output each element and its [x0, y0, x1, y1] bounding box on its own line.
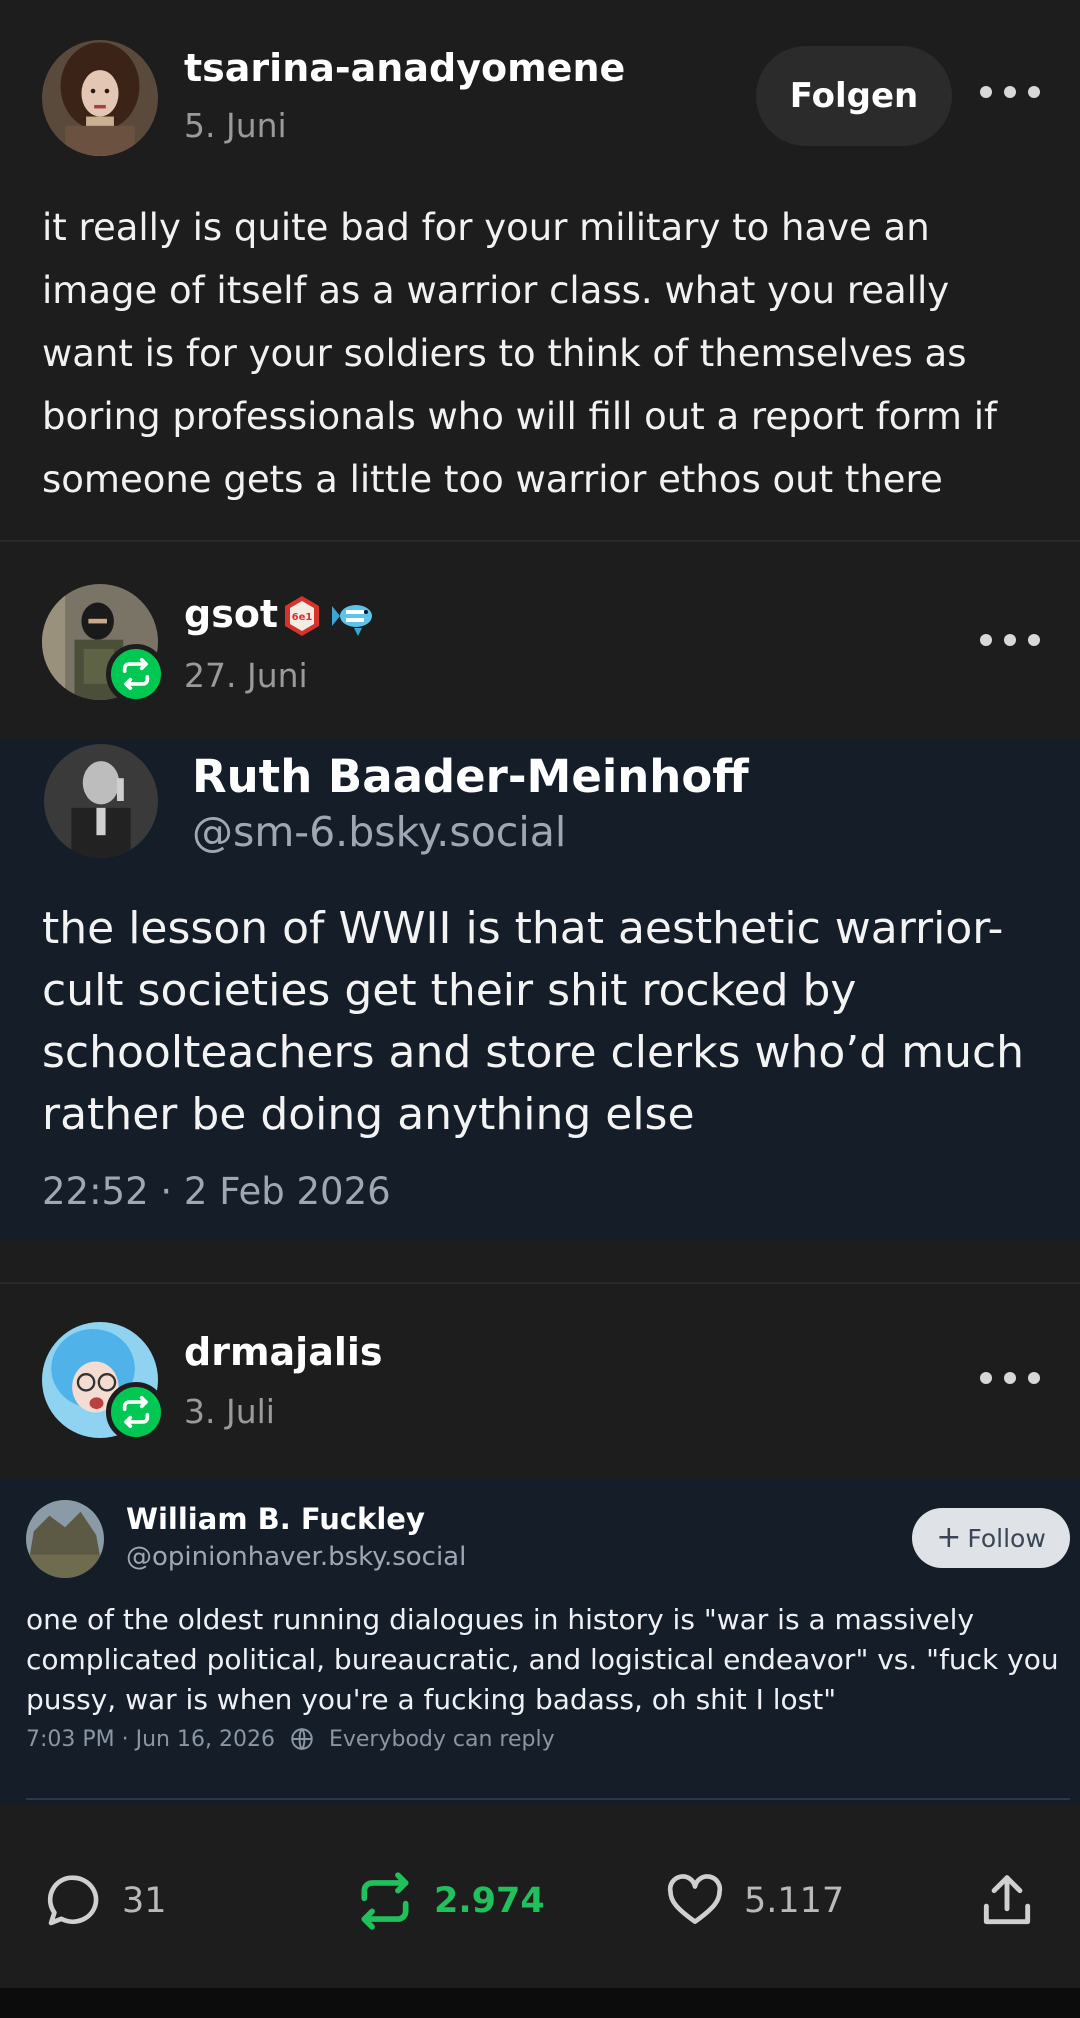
embedded-bsky-post[interactable]: Ruth Baader-Meinhoff @sm-6.bsky.social t… — [0, 740, 1080, 1240]
heart-icon — [664, 1870, 726, 1932]
embed-author-avatar — [26, 1500, 104, 1578]
more-icon[interactable] — [980, 72, 1040, 112]
follow-button[interactable]: Folgen — [756, 46, 952, 146]
reblog-header-gsot: gsot 6e1 27. Juni — [0, 584, 1080, 704]
embed-reply-setting: Everybody can reply — [328, 1726, 555, 1752]
share-icon — [976, 1870, 1038, 1932]
comment-icon — [42, 1870, 104, 1932]
embed-post-text: the lesson of WWII is that aesthetic war… — [42, 903, 1025, 1140]
reblog-badge-icon — [106, 1382, 166, 1442]
post-action-bar: 31 2.974 5.117 — [0, 1840, 1080, 1960]
post-page: tsarina-anadyomene 5. Juni Folgen it rea… — [0, 0, 1080, 2018]
embed-post-text: one of the oldest running dialogues in h… — [26, 1603, 1059, 1716]
embed-divider — [26, 1798, 1070, 1800]
embed-author-name: Ruth Baader-Meinhoff — [192, 750, 749, 803]
like-count: 5.117 — [744, 1881, 845, 1921]
post-header: tsarina-anadyomene 5. Juni Folgen — [0, 36, 1080, 156]
embedded-bsky-screenshot[interactable]: William B. Fuckley @opinionhaver.bsky.so… — [0, 1480, 1080, 1804]
post-author-name[interactable]: tsarina-anadyomene — [184, 46, 625, 90]
bottom-edge — [0, 1988, 1080, 2018]
share-button[interactable] — [976, 1870, 1038, 1932]
reblogger-name[interactable]: gsot — [184, 592, 278, 636]
embed-timestamp: 7:03 PM · Jun 16, 2026 — [26, 1726, 275, 1752]
divider — [0, 1282, 1080, 1284]
reblog-icon — [354, 1870, 416, 1932]
embed-follow-button[interactable]: + Follow — [912, 1508, 1070, 1568]
reblogger-name[interactable]: drmajalis — [184, 1330, 383, 1374]
comment-button[interactable]: 31 — [42, 1870, 167, 1932]
embed-author-name: William B. Fuckley — [126, 1502, 425, 1536]
comment-count: 31 — [122, 1881, 167, 1921]
more-icon[interactable] — [980, 1358, 1040, 1398]
more-icon[interactable] — [980, 620, 1040, 660]
post-date[interactable]: 5. Juni — [184, 106, 287, 145]
embed-timestamp: 22:52 · 2 Feb 2026 — [42, 1170, 391, 1213]
reblog-header-drmajalis: drmajalis 3. Juli — [0, 1322, 1080, 1442]
post-body-text: it really is quite bad for your military… — [42, 206, 998, 501]
reblog-count: 2.974 — [434, 1881, 545, 1921]
author-avatar[interactable] — [42, 40, 158, 156]
divider — [0, 540, 1080, 542]
embed-author-handle: @sm-6.bsky.social — [192, 808, 567, 856]
avatar-portrait-image — [42, 40, 158, 156]
embed-author-avatar — [44, 744, 158, 858]
reblog-badge-icon — [106, 644, 166, 704]
embed-follow-label: Follow — [967, 1523, 1046, 1553]
badge-icon: 6e1 — [282, 594, 322, 638]
embed-meta: 7:03 PM · Jun 16, 2026 Everybody can rep… — [26, 1726, 555, 1752]
avatar-landscape-image — [26, 1500, 104, 1578]
reblog-button[interactable]: 2.974 — [354, 1870, 545, 1932]
embed-author-handle: @opinionhaver.bsky.social — [126, 1542, 467, 1572]
globe-icon — [289, 1726, 315, 1752]
reblog-date[interactable]: 27. Juni — [184, 656, 308, 695]
like-button[interactable]: 5.117 — [664, 1870, 844, 1932]
fish-icon — [332, 596, 378, 638]
reblog-date[interactable]: 3. Juli — [184, 1392, 275, 1431]
badge-text: 6e1 — [292, 612, 313, 623]
plus-icon: + — [936, 1520, 962, 1555]
avatar-officer-image — [44, 744, 158, 858]
